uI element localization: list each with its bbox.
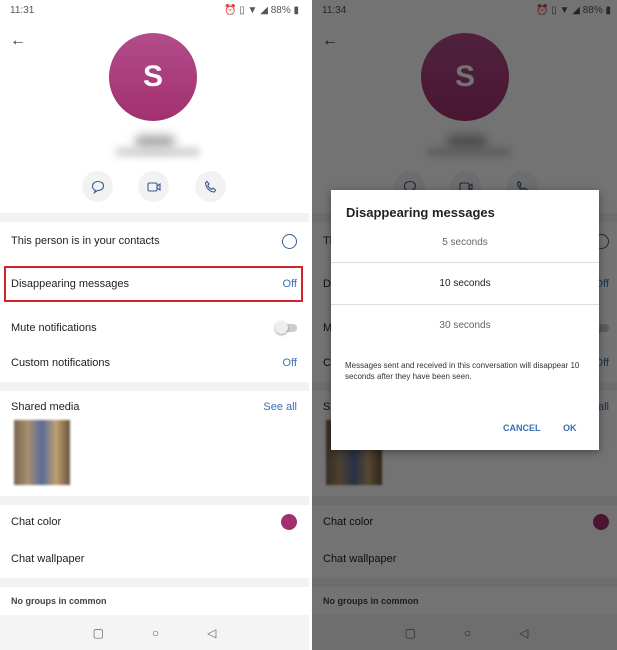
chat-wallpaper-label: Chat wallpaper [11, 553, 85, 565]
person-icon [282, 233, 297, 249]
mute-notifications-row[interactable]: Mute notifications [0, 310, 309, 346]
screen-before: 11:31 ⏰ ▯ ▼ ◢ 88% ▮ ← S This person is i… [0, 0, 309, 650]
back-arrow-icon[interactable]: ← [10, 32, 26, 50]
battery-level: 88% [270, 5, 291, 16]
recents-icon[interactable]: ▢ [93, 626, 104, 640]
status-time: 11:31 [10, 5, 35, 16]
mute-label: Mute notifications [11, 322, 97, 334]
blurred-name [135, 135, 175, 149]
contacts-row[interactable]: This person is in your contacts [0, 223, 309, 259]
custom-notifications-row[interactable]: Custom notifications Off [0, 345, 309, 381]
back-icon[interactable]: ◁ [207, 626, 216, 640]
home-icon[interactable]: ○ [152, 626, 159, 640]
ok-button[interactable]: OK [563, 423, 577, 433]
avatar-initial: S [142, 60, 163, 93]
no-groups-label: No groups in common [11, 596, 107, 606]
highlight-box [4, 266, 303, 302]
avatar: S [109, 33, 197, 121]
separator [0, 213, 309, 222]
screen-after: 11:34 ⏰ ▯ ▼ ◢ 88% ▮ ← S This person is i… [312, 0, 617, 650]
custom-value: Off [282, 357, 297, 369]
chat-color-label: Chat color [11, 516, 62, 528]
chat-bubble-icon [91, 180, 104, 194]
mute-toggle[interactable] [275, 321, 297, 334]
option-30-seconds[interactable]: 30 seconds [331, 305, 599, 346]
disappearing-messages-dialog: Disappearing messages 5 seconds 10 secon… [331, 190, 599, 450]
contacts-label: This person is in your contacts [11, 235, 160, 247]
option-10-seconds[interactable]: 10 seconds [331, 263, 599, 304]
dialog-description: Messages sent and received in this conve… [345, 361, 580, 381]
blurred-number [115, 148, 200, 156]
custom-label: Custom notifications [11, 357, 111, 369]
no-groups-row: No groups in common [0, 583, 309, 619]
media-thumbnail[interactable] [14, 420, 70, 485]
dialog-title: Disappearing messages [346, 205, 495, 220]
chat-color-swatch [281, 514, 297, 530]
navigation-bar: ▢ ○ ◁ [0, 615, 309, 650]
phone-icon [204, 180, 216, 193]
see-all-link[interactable]: See all [263, 401, 297, 413]
video-icon [146, 181, 161, 192]
message-button[interactable] [82, 171, 113, 202]
shared-media-label: Shared media [11, 401, 80, 413]
chat-wallpaper-row[interactable]: Chat wallpaper [0, 541, 309, 577]
option-5-seconds[interactable]: 5 seconds [331, 222, 599, 263]
voice-call-button[interactable] [195, 171, 226, 202]
cancel-button[interactable]: CANCEL [503, 423, 541, 433]
video-call-button[interactable] [138, 171, 169, 202]
chat-color-row[interactable]: Chat color [0, 504, 309, 540]
status-icons: ⏰ ▯ ▼ ◢ 88% ▮ [224, 5, 299, 16]
